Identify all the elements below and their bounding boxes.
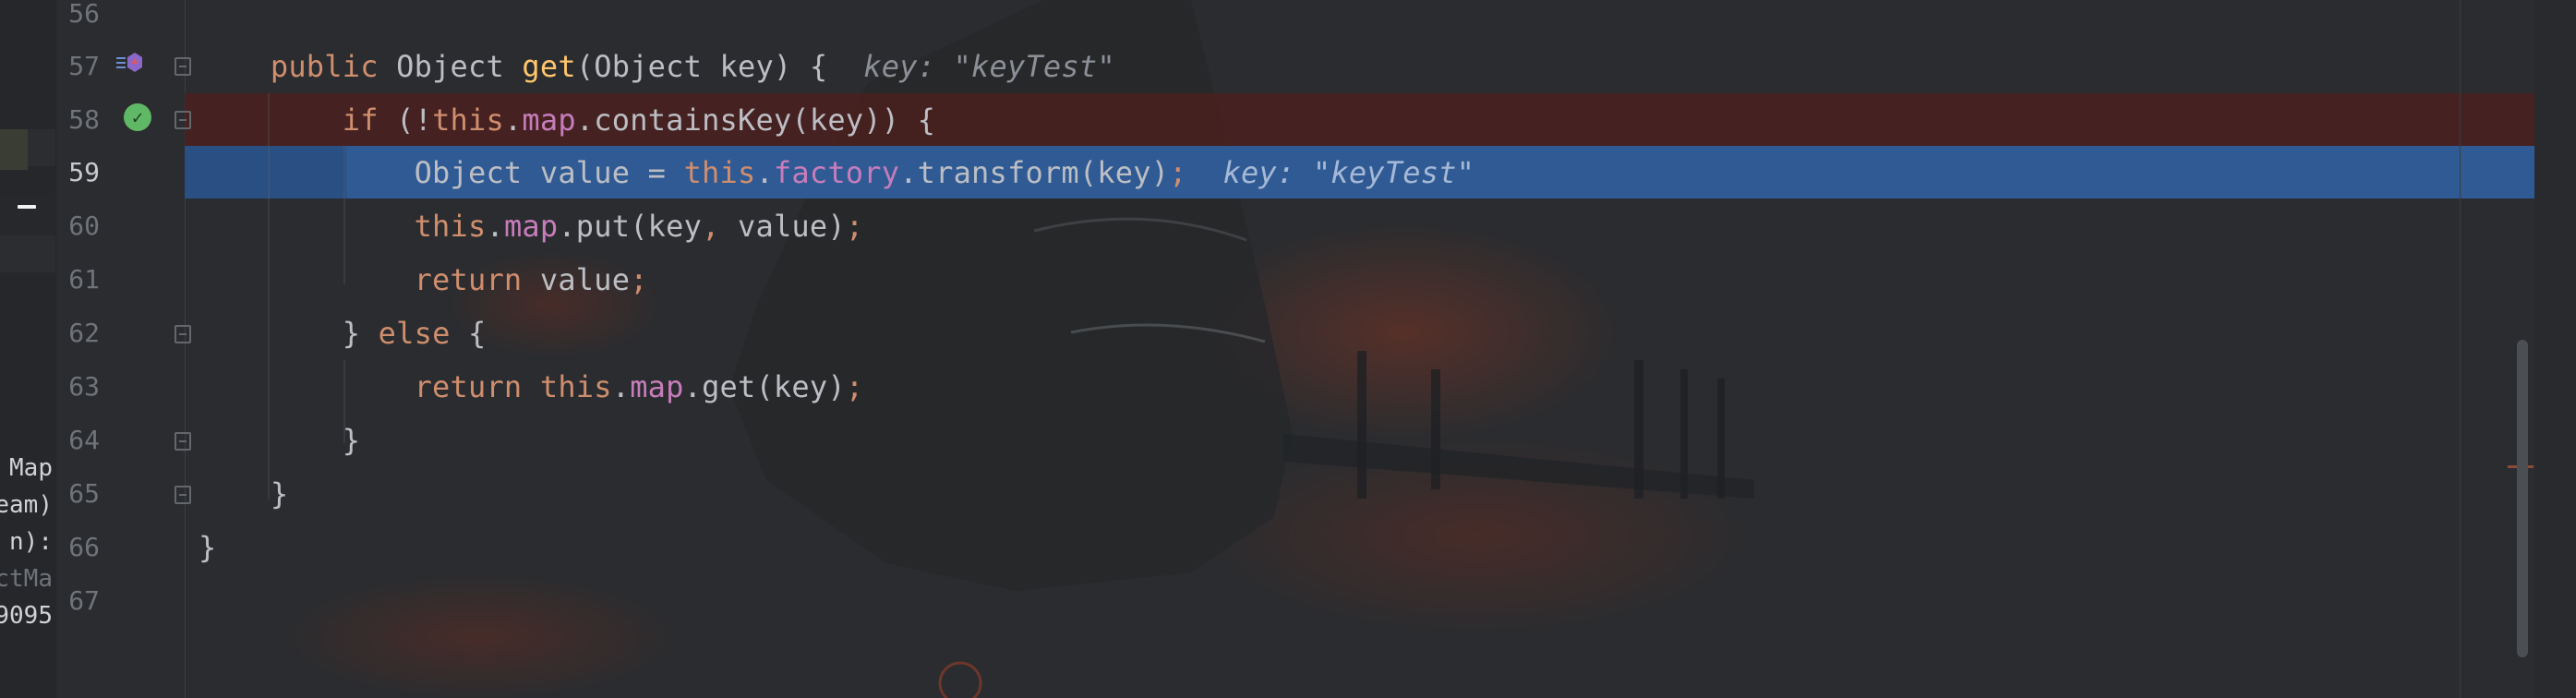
code-token: get [522,49,576,84]
left-panel-text: n): [9,528,53,556]
inlay-hint: key: "keyTest" [1222,155,1475,190]
line-number[interactable]: 64 [55,414,100,467]
inlay-hint: key: "keyTest" [863,49,1115,84]
code-token: this [683,155,756,190]
left-panel-text: ctMa [0,565,53,593]
line-number[interactable]: 59 [55,146,100,199]
code-line[interactable]: } else { [199,307,487,360]
collapse-icon[interactable] [18,205,36,209]
code-token: } [342,316,379,351]
code-token: else [378,316,468,351]
code-token: value [539,262,631,297]
code-token: . [503,102,523,138]
line-number[interactable]: 58 [55,93,100,147]
left-panel-text: Map [9,454,53,482]
code-token: ; [845,209,864,244]
left-tool-window: Map eam) n): ctMa 9095 [0,0,56,698]
code-token: Object value = [414,155,684,190]
verified-breakpoint-check-icon[interactable]: ✓ [124,103,151,131]
code-token: (Object key) { [575,49,864,84]
vertical-scrollbar-track[interactable] [2534,0,2576,698]
code-token: . [611,369,631,404]
code-line[interactable]: return value; [199,253,648,307]
code-token: .put(key [558,209,703,244]
vertical-scrollbar-thumb[interactable] [2517,340,2528,657]
left-panel-text: 9095 [0,602,53,630]
code-token: Object [396,49,523,84]
code-token: .get(key) [683,369,846,404]
override-method-icon[interactable] [114,48,144,78]
code-line[interactable]: this.map.put(key, value); [199,199,863,253]
code-token: ; [1169,155,1187,190]
code-token: .containsKey(key)) { [575,102,936,138]
line-number[interactable]: 61 [55,253,100,307]
code-token: return [414,369,540,404]
code-line[interactable]: } [199,414,360,467]
code-token: map [522,102,576,138]
code-token: factory [773,155,900,190]
code-line[interactable]: } [199,521,216,574]
code-token: } [342,423,361,458]
code-line[interactable]: if (!this.map.containsKey(key)) { [199,93,935,147]
code-token: . [755,155,774,190]
code-token: public [270,49,397,84]
code-token: map [630,369,684,404]
code-token: ; [630,262,648,297]
code-token: return [414,262,540,297]
line-number[interactable]: 66 [55,521,100,574]
code-token: ; [845,369,864,404]
left-panel-text: eam) [0,491,53,519]
code-token: if [342,102,397,138]
left-panel-row[interactable] [0,235,55,272]
code-token: value) [738,209,846,244]
code-line[interactable]: return this.map.get(key); [199,360,863,414]
line-number[interactable]: 65 [55,467,100,521]
code-token: .transform(key) [899,155,1170,190]
code-token: , [702,209,739,244]
code-token: map [503,209,559,244]
code-token: this [414,209,487,244]
line-number[interactable]: 57 [55,40,100,93]
code-token: { [468,316,487,351]
ide-editor-window: Map eam) n): ctMa 9095 56 57 58 59 60 61… [0,0,2576,698]
right-margin-guide [2460,0,2461,698]
line-number[interactable]: 67 [55,574,100,628]
code-token: } [199,530,217,565]
line-number[interactable]: 56 [55,0,100,41]
left-panel-selection [0,129,28,170]
line-number[interactable]: 62 [55,307,100,360]
code-line[interactable]: public Object get(Object key) { key: "ke… [199,40,1115,93]
code-token: } [270,476,289,511]
code-line[interactable]: Object value = this.factory.transform(ke… [199,146,1475,199]
code-token: this [432,102,504,138]
code-line[interactable]: } [199,467,288,521]
code-token: . [486,209,504,244]
line-number[interactable]: 63 [55,360,100,414]
line-number[interactable]: 60 [55,199,100,253]
code-token: this [539,369,612,404]
left-panel-row[interactable] [0,194,55,235]
code-token: (! [396,102,433,138]
